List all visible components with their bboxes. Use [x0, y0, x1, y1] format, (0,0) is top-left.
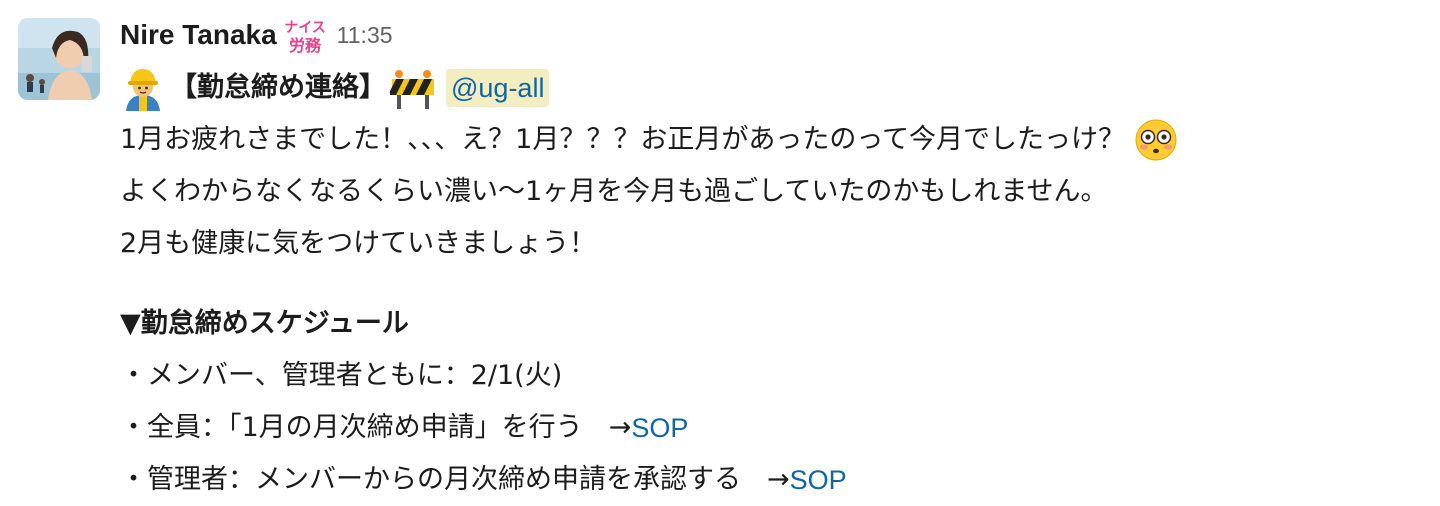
- message-header: Nire Tanaka ナイス 労務 11:35: [120, 12, 1420, 58]
- slack-message: Nire Tanaka ナイス 労務 11:35 【勤怠締め連絡】 @ug-al…: [0, 0, 1440, 495]
- avatar[interactable]: [18, 18, 100, 100]
- nice-labor-badge-icon[interactable]: ナイス 労務: [284, 15, 326, 55]
- sender-name[interactable]: Nire Tanaka: [120, 19, 277, 51]
- body-text: 1月お疲れさまでした！、、、え？1月？？？お正月があったのって今月でしたっけ？: [120, 124, 1126, 155]
- construction-worker-icon: [120, 65, 166, 111]
- construction-barrier-icon: [390, 65, 436, 111]
- schedule-heading: ▼勤怠締めスケジュール: [120, 308, 409, 339]
- body-line-3: 2月も健康に気をつけていきましょう！: [120, 218, 1420, 270]
- timestamp[interactable]: 11:35: [337, 22, 393, 49]
- announcement-title-line: 【勤怠締め連絡】 @ug-all: [120, 62, 1420, 114]
- flushed-face-icon: [1133, 117, 1179, 163]
- sop-link[interactable]: SOP: [631, 402, 688, 454]
- schedule-item: ・メンバー、管理者ともに：2/1(火): [120, 350, 1420, 402]
- sop-link[interactable]: SOP: [790, 454, 847, 506]
- svg-text:ナイス: ナイス: [285, 20, 325, 36]
- body-line-2: よくわからなくなるくらい濃い〜1ヶ月を今月も過ごしていたのかもしれません。: [120, 166, 1420, 218]
- schedule-heading-line: ▼勤怠締めスケジュール: [120, 298, 1420, 350]
- message-content: Nire Tanaka ナイス 労務 11:35 【勤怠締め連絡】 @ug-al…: [120, 12, 1420, 506]
- schedule-item-text: ・メンバー、管理者ともに：2/1(火): [120, 360, 563, 391]
- avatar-photo: [18, 18, 100, 100]
- body-text: 2月も健康に気をつけていきましょう！: [120, 228, 597, 259]
- schedule-item-text: ・全員：「1月の月次締め申請」を行う: [120, 412, 583, 443]
- arrow-glyph: →: [608, 412, 632, 443]
- body-line-1: 1月お疲れさまでした！、、、え？1月？？？お正月があったのって今月でしたっけ？: [120, 114, 1420, 166]
- arrow-glyph: →: [767, 464, 790, 495]
- schedule-item: ・管理者：メンバーからの月次締め申請を承認する → SOP: [120, 454, 1420, 506]
- schedule-item: ・全員：「1月の月次締め申請」を行う → SOP: [120, 402, 1420, 454]
- schedule-item-text: ・管理者：メンバーからの月次締め申請を承認する: [120, 464, 741, 495]
- svg-text:労務: 労務: [289, 36, 322, 55]
- body-text: よくわからなくなるくらい濃い〜1ヶ月を今月も過ごしていたのかもしれません。: [120, 176, 1108, 207]
- announcement-title: 【勤怠締め連絡】: [170, 72, 386, 103]
- mention-ug-all[interactable]: @ug-all: [446, 69, 550, 107]
